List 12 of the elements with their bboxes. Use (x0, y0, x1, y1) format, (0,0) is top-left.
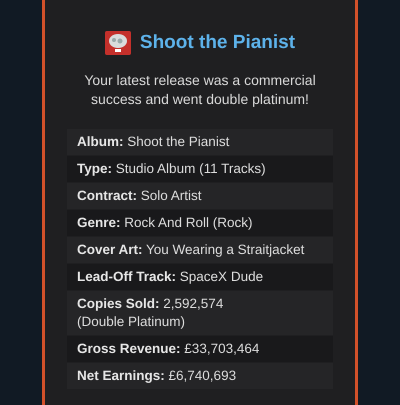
detail-text: Net Earnings: £6,740,693 (77, 367, 238, 385)
dialog-message: Your latest release was a commercial success and went double platinum! (83, 71, 317, 109)
detail-text: Album: Shoot the Pianist (77, 133, 230, 151)
detail-text: Type: Studio Album (11 Tracks) (77, 160, 267, 178)
detail-text: Gross Revenue: £33,703,464 (77, 340, 260, 358)
detail-text: Lead-Off Track: SpaceX Dude (77, 268, 264, 286)
detail-text: Copies Sold: 2,592,574 (Double Platinum) (77, 295, 224, 331)
detail-text: Contract: Solo Artist (77, 187, 203, 205)
detail-text: Genre: Rock And Roll (Rock) (77, 214, 254, 232)
album-icon (104, 31, 131, 55)
detail-text: Cover Art: You Wearing a Straitjacket (77, 241, 306, 259)
dialog-title: Shoot the Pianist (140, 32, 296, 54)
